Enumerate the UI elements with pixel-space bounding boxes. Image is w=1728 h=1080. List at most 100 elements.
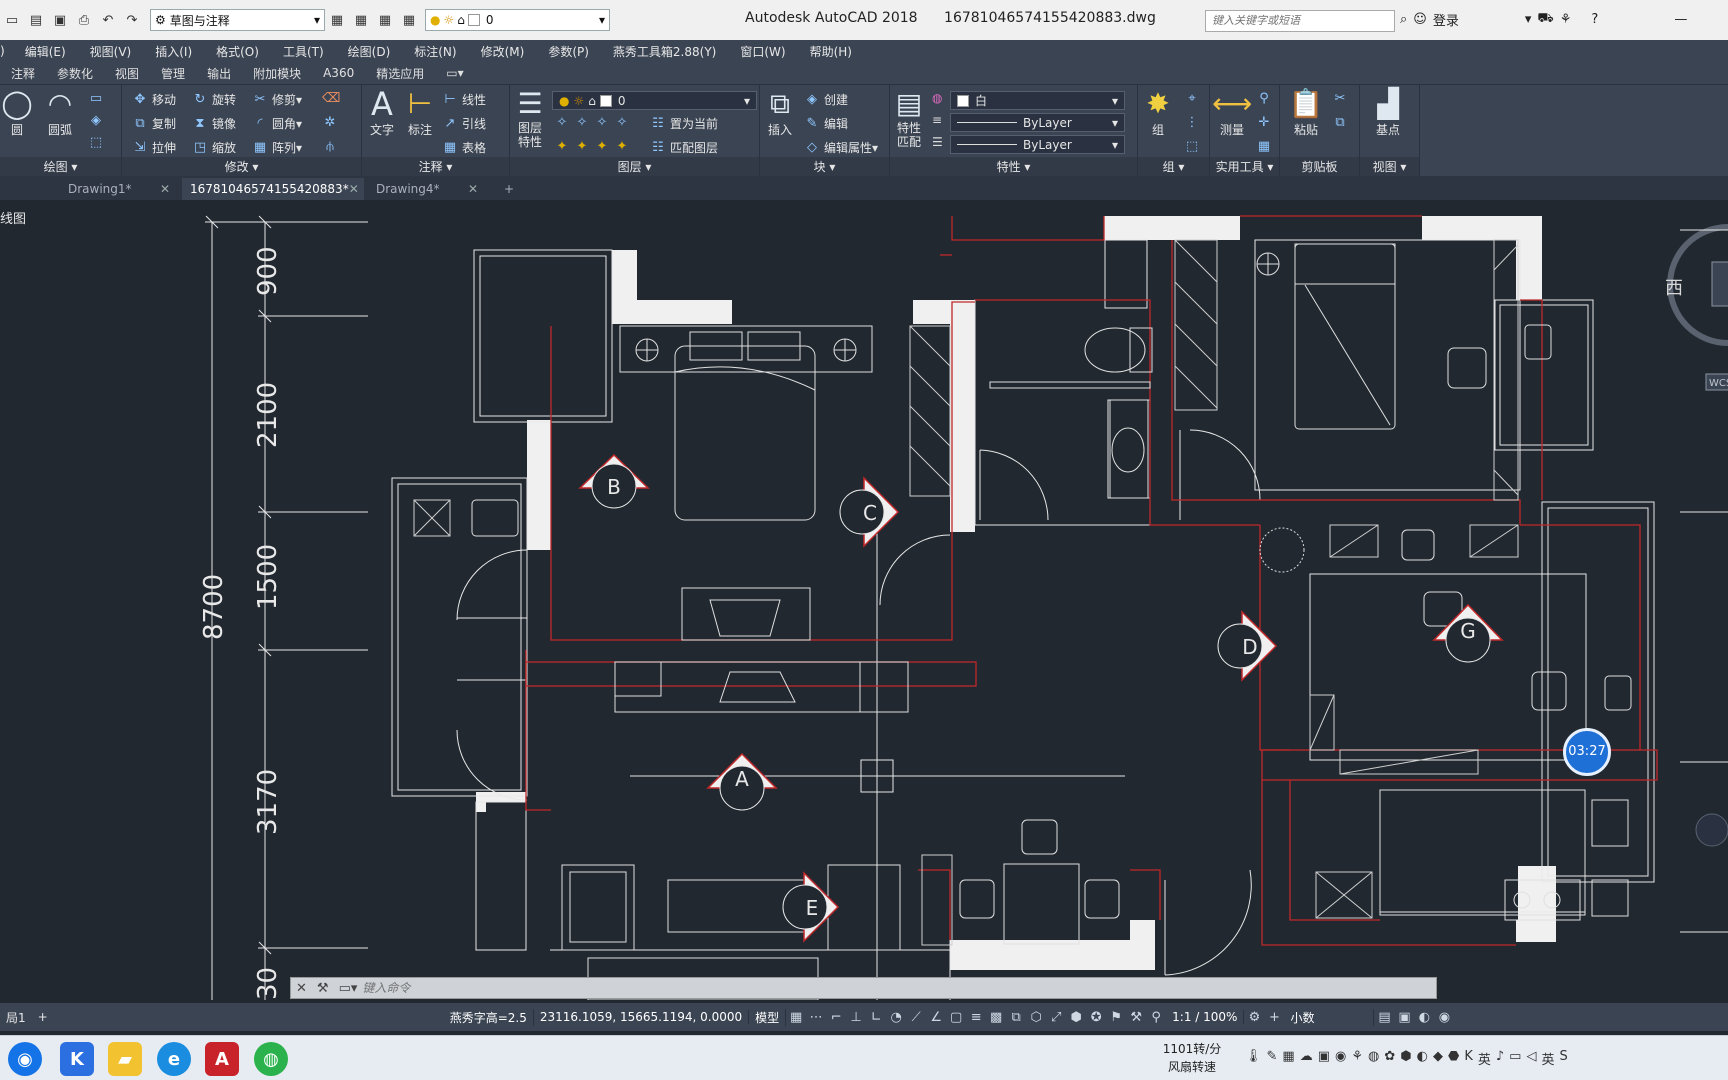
tray-app2-icon[interactable]: ▦	[1282, 1049, 1294, 1068]
menu-item-dimension[interactable]: 标注(N)	[402, 43, 468, 60]
login-button[interactable]: 登录	[1433, 10, 1459, 29]
match-properties-button[interactable]: ▤ 特性匹配	[892, 87, 926, 149]
thermometer-icon[interactable]: 🌡	[1245, 1049, 1262, 1068]
linetype-dropdown[interactable]: ByLayer ▾	[950, 113, 1125, 132]
user-icon[interactable]: ☺	[1413, 12, 1427, 27]
lineweight-icon[interactable]: ☰	[932, 135, 943, 149]
cut-tool[interactable]: ✂	[1332, 91, 1352, 106]
isolate-objects-icon[interactable]: ◐	[1414, 1010, 1434, 1025]
tab-view[interactable]: 视图	[104, 65, 150, 82]
workspace-select[interactable]: ⚙ 草图与注释 ▾	[150, 9, 325, 31]
timer-badge[interactable]: 03:27	[1563, 728, 1611, 776]
menu-item-file-partial[interactable]: )	[0, 44, 13, 58]
tray-app10-icon[interactable]: ⬣	[1448, 1049, 1459, 1068]
isodraft-icon[interactable]: ⟋	[906, 1010, 926, 1025]
group-select-tool[interactable]: ⬚	[1184, 139, 1204, 154]
copy-button[interactable]: ⧉ 复制	[132, 115, 176, 132]
print-icon[interactable]: ⎙	[73, 9, 95, 31]
close-icon[interactable]: ✕	[468, 182, 478, 196]
hardware-acceleration-icon[interactable]: ◉	[1434, 1010, 1454, 1025]
color-dropdown[interactable]: 白 ▾	[950, 91, 1125, 110]
start-button[interactable]: ◉	[8, 1042, 42, 1076]
menu-item-draw[interactable]: 绘图(D)	[336, 43, 403, 60]
dynamic-input-icon[interactable]: ⊥	[846, 1010, 866, 1025]
close-icon[interactable]: ✕	[349, 182, 359, 196]
quick-properties-icon[interactable]: ▤	[1374, 1010, 1394, 1025]
set-current-button[interactable]: ☷ 置为当前	[650, 115, 718, 132]
base-view-button[interactable]: ▟ 基点	[1366, 87, 1410, 138]
copy-clip-tool[interactable]: ⧉	[1332, 115, 1352, 130]
tray-app5-icon[interactable]: ⚘	[1351, 1049, 1363, 1068]
taskbar-edge[interactable]: e	[157, 1042, 191, 1076]
annotation-visibility-icon[interactable]: ⚑	[1106, 1010, 1126, 1025]
minimize-icon[interactable]: —	[1674, 12, 1687, 27]
quick-layer-select[interactable]: ● ☼ ⌂ 0 ▾	[425, 9, 610, 31]
insert-button[interactable]: ⧉ 插入	[762, 87, 798, 138]
menu-item-modify[interactable]: 修改(M)	[469, 43, 537, 60]
redo-icon[interactable]: ↷	[121, 9, 143, 31]
command-input[interactable]	[362, 981, 1263, 995]
tray-k-icon[interactable]: K	[1464, 1049, 1473, 1068]
group-edit-tool[interactable]: ⌖	[1184, 91, 1204, 106]
linear-dim-button[interactable]: ⊢ 线性	[442, 91, 486, 108]
menu-item-format[interactable]: 格式(O)	[204, 43, 271, 60]
panel-utilities-title[interactable]: 实用工具 ▾	[1210, 157, 1279, 177]
add-layout-button[interactable]: +	[32, 1010, 54, 1024]
object-snap-icon[interactable]: ▢	[946, 1010, 966, 1025]
selection-cycling-icon[interactable]: ⧉	[1006, 1010, 1026, 1025]
selection-filter-icon[interactable]: ⬢	[1066, 1010, 1086, 1025]
tab-addins[interactable]: 附加模块	[242, 65, 312, 82]
panel-block-title[interactable]: 块 ▾	[760, 157, 889, 177]
polar-icon[interactable]: ◔	[886, 1010, 906, 1025]
tray-app3-icon[interactable]: ▣	[1318, 1049, 1330, 1068]
layout-tab[interactable]: 局1	[0, 1009, 32, 1026]
tab-a360[interactable]: A360	[312, 66, 365, 80]
layer-tools-row2[interactable]: ✦ ✦ ✦ ✦	[554, 139, 634, 154]
layer-tool4-icon[interactable]: ▦	[398, 9, 420, 31]
color-wheel-icon[interactable]: ◍	[932, 91, 942, 105]
tray-ime-icon[interactable]: 英	[1478, 1049, 1491, 1068]
edit-block-button[interactable]: ✎ 编辑	[804, 115, 848, 132]
model-space-button[interactable]: 模型	[749, 1008, 787, 1026]
menu-item-yanxiu[interactable]: 燕秀工具箱2.88(Y)	[601, 43, 728, 60]
tray-s-icon[interactable]: S	[1559, 1049, 1567, 1068]
dimension-button[interactable]: ⊢ 标注	[402, 87, 438, 138]
ungroup-tool[interactable]: ⋮	[1184, 115, 1204, 130]
panel-layers-title[interactable]: 图层 ▾	[510, 157, 759, 177]
grid-icon[interactable]: ▦	[786, 1010, 806, 1025]
network-icon[interactable]: ▭	[1509, 1049, 1521, 1068]
arc-button[interactable]: ◠ 圆弧	[38, 87, 82, 138]
trim-button[interactable]: ✂ 修剪 ▾	[252, 91, 303, 108]
panel-modify-title[interactable]: 修改 ▾	[122, 157, 361, 177]
new-file-icon[interactable]: ▭	[1, 9, 23, 31]
panel-groups-title[interactable]: 组 ▾	[1138, 157, 1209, 177]
rotate-button[interactable]: ↻ 旋转	[192, 91, 236, 108]
table-button[interactable]: ▦ 表格	[442, 139, 486, 156]
panel-annotation-title[interactable]: 注释 ▾	[362, 157, 509, 177]
save-icon[interactable]: ▣	[49, 9, 71, 31]
coordinates-display[interactable]: 23116.1059, 15665.1194, 0.0000	[534, 1010, 750, 1024]
tray-app4-icon[interactable]: ◉	[1335, 1049, 1346, 1068]
dynamic-ucs-icon[interactable]: ⤢	[1046, 1010, 1066, 1025]
menu-item-view[interactable]: 视图(V)	[78, 43, 144, 60]
auto-scale-icon[interactable]: ⚒	[1126, 1010, 1146, 1025]
paste-button[interactable]: 📋 粘贴	[1286, 87, 1326, 138]
annotation-scale-icon[interactable]: ⚲	[1146, 1010, 1166, 1025]
open-file-icon[interactable]: ▤	[25, 9, 47, 31]
close-icon[interactable]: ✕	[160, 182, 170, 196]
microphone-icon[interactable]: ♪	[1496, 1049, 1504, 1068]
menu-item-help[interactable]: 帮助(H)	[798, 43, 864, 60]
match-layer-button[interactable]: ☷ 匹配图层	[650, 139, 718, 156]
panel-view-title[interactable]: 视图 ▾	[1360, 157, 1419, 177]
panel-properties-title[interactable]: 特性 ▾	[890, 157, 1137, 177]
layer-tool2-icon[interactable]: ▦	[350, 9, 372, 31]
volume-icon[interactable]: ◁	[1526, 1049, 1536, 1068]
tab-featured-apps[interactable]: 精选应用	[365, 65, 435, 82]
lineweight-dropdown[interactable]: ByLayer ▾	[950, 135, 1125, 154]
tray-app1-icon[interactable]: ✎	[1267, 1049, 1278, 1068]
file-tab-drawing4[interactable]: Drawing4* ✕	[368, 178, 486, 200]
rectangle-tool[interactable]: ▭	[88, 91, 108, 106]
taskbar-file-explorer[interactable]: ▰	[108, 1042, 142, 1076]
tab-parametric[interactable]: 参数化	[46, 65, 104, 82]
units-select[interactable]: 小数	[1284, 1008, 1375, 1026]
